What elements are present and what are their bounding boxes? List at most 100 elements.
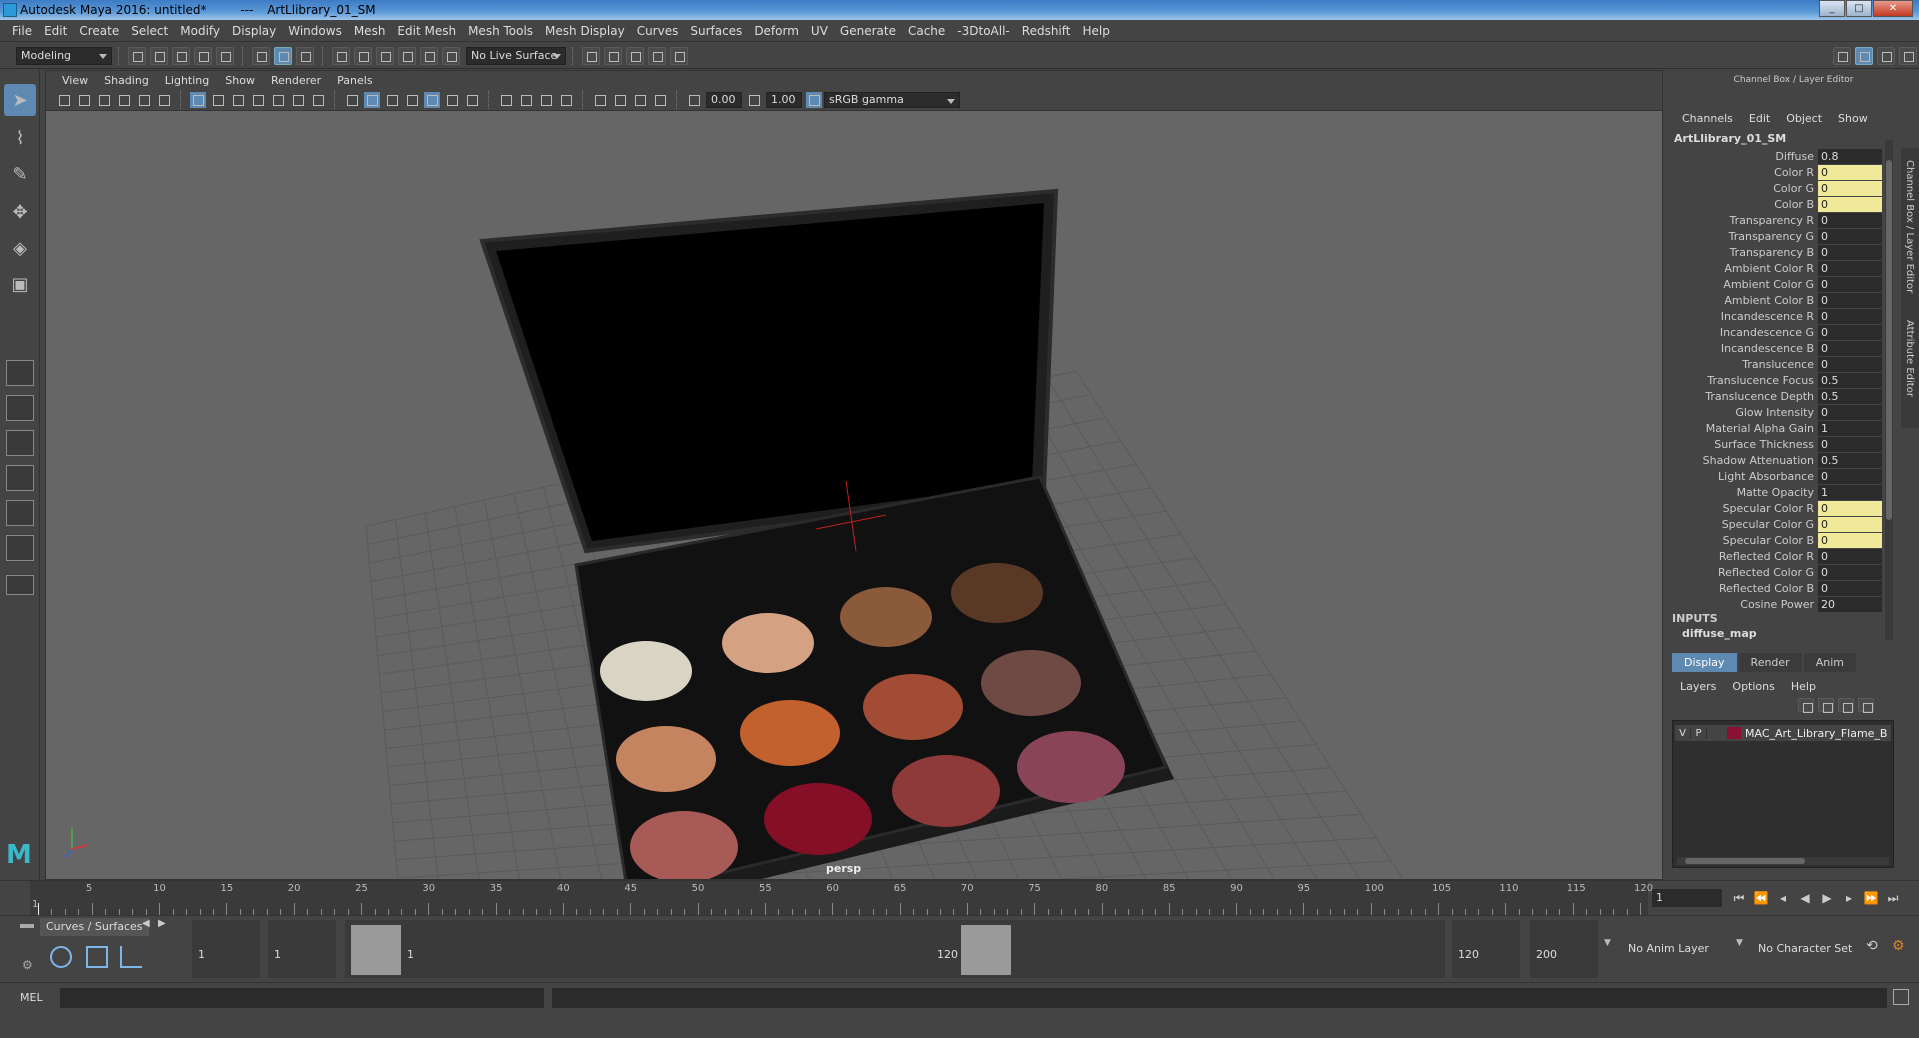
range-slider[interactable]: 1 120 xyxy=(345,920,1445,978)
channel-value[interactable]: 0 xyxy=(1818,564,1882,580)
anti-aliasing-icon[interactable] xyxy=(538,92,554,108)
vp-menu-panels[interactable]: Panels xyxy=(329,74,380,87)
channel-row[interactable]: Translucence Depth 0.5 xyxy=(1668,388,1883,404)
menu-edit-mesh[interactable]: Edit Mesh xyxy=(391,24,462,38)
cb-menu-show[interactable]: Show xyxy=(1830,112,1876,128)
mode-dropdown[interactable]: Modeling xyxy=(16,46,112,65)
channel-row[interactable]: Reflected Color G 0 xyxy=(1668,564,1883,580)
channel-row[interactable]: Translucence Focus 0.5 xyxy=(1668,372,1883,388)
safe-action-icon[interactable] xyxy=(290,92,306,108)
live-surface-field[interactable]: No Live Surface xyxy=(466,46,566,65)
play-backward-icon[interactable]: ◀ xyxy=(1794,889,1816,907)
channel-row[interactable]: Glow Intensity 0 xyxy=(1668,404,1883,420)
cb-menu-edit[interactable]: Edit xyxy=(1741,112,1778,128)
layer-row[interactable]: V P MAC_Art_Library_Flame_B xyxy=(1675,725,1891,741)
new-empty-layer-icon[interactable] xyxy=(1838,698,1854,713)
vp-menu-show[interactable]: Show xyxy=(217,74,263,87)
menu-deform[interactable]: Deform xyxy=(748,24,805,38)
current-frame-field[interactable]: 1 xyxy=(1652,889,1722,907)
menu-windows[interactable]: Windows xyxy=(282,24,348,38)
workspace-icon[interactable] xyxy=(1833,46,1851,65)
tab-render[interactable]: Render xyxy=(1738,653,1802,672)
four-view-layout-icon[interactable] xyxy=(6,395,34,421)
channel-value[interactable]: 1 xyxy=(1818,420,1882,436)
persp-outliner-layout-icon[interactable] xyxy=(6,430,34,456)
close-icon[interactable]: ✕ xyxy=(1873,0,1913,17)
channel-row[interactable]: Incandescence B 0 xyxy=(1668,340,1883,356)
xray-icon[interactable] xyxy=(612,92,628,108)
channel-value[interactable]: 0 xyxy=(1818,468,1882,484)
channel-row[interactable]: Translucence 0 xyxy=(1668,356,1883,372)
channel-row[interactable]: Transparency R 0 xyxy=(1668,212,1883,228)
anim-prefs-icon[interactable]: ⚙ xyxy=(1892,938,1905,954)
menu-select[interactable]: Select xyxy=(125,24,174,38)
select-tool-icon[interactable]: ➤ xyxy=(4,84,36,116)
layer-menu-options[interactable]: Options xyxy=(1724,680,1782,693)
script-language-label[interactable]: MEL xyxy=(20,991,43,1004)
menu-generate[interactable]: Generate xyxy=(834,24,902,38)
rotate-tool-icon[interactable]: ◈ xyxy=(4,232,36,264)
channel-value[interactable]: 20 xyxy=(1818,596,1882,612)
channel-value[interactable]: 0.8 xyxy=(1818,148,1882,164)
select-object-icon[interactable] xyxy=(274,46,292,65)
playback-end-field[interactable]: 120 xyxy=(1452,920,1520,978)
channel-value[interactable]: 0.5 xyxy=(1818,372,1882,388)
channel-value[interactable]: 0 xyxy=(1818,436,1882,452)
channel-row[interactable]: Ambient Color G 0 xyxy=(1668,276,1883,292)
range-end-handle[interactable] xyxy=(961,925,1011,975)
xray-joints-icon[interactable] xyxy=(632,92,648,108)
wireframe-on-shaded-icon[interactable] xyxy=(404,92,420,108)
menu-help[interactable]: Help xyxy=(1076,24,1115,38)
playback-start-field[interactable]: 1 xyxy=(268,920,336,978)
image-plane-icon[interactable] xyxy=(116,92,132,108)
cb-menu-channels[interactable]: Channels xyxy=(1674,112,1741,128)
menu-redshift[interactable]: Redshift xyxy=(1016,24,1077,38)
channel-value[interactable]: 0 xyxy=(1818,500,1882,516)
channel-value[interactable]: 0 xyxy=(1818,516,1882,532)
inputs-node[interactable]: diffuse_map xyxy=(1682,627,1757,640)
channel-row[interactable]: Color G 0 xyxy=(1668,180,1883,196)
channel-row[interactable]: Incandescence R 0 xyxy=(1668,308,1883,324)
tab-display[interactable]: Display xyxy=(1672,653,1737,672)
single-view-layout-icon[interactable] xyxy=(6,360,34,386)
scene-start-field[interactable]: 1 xyxy=(192,920,260,978)
xray-components-icon[interactable] xyxy=(652,92,668,108)
menu-file[interactable]: File xyxy=(6,24,38,38)
menu-mesh-tools[interactable]: Mesh Tools xyxy=(462,24,539,38)
wireframe-icon[interactable] xyxy=(344,92,360,108)
use-lights-icon[interactable] xyxy=(444,92,460,108)
maximize-icon[interactable]: □ xyxy=(1846,0,1872,17)
graph-layout-icon[interactable] xyxy=(6,465,34,491)
motion-blur-icon[interactable] xyxy=(518,92,534,108)
film-gate-icon[interactable] xyxy=(210,92,226,108)
channel-row[interactable]: Diffuse 0.8 xyxy=(1668,148,1883,164)
channel-value[interactable]: 0 xyxy=(1818,548,1882,564)
snap-point-icon[interactable] xyxy=(376,46,394,65)
layer-list-scrollbar[interactable] xyxy=(1677,857,1889,865)
anim-layer-field[interactable]: No Anim Layer xyxy=(1628,942,1709,955)
command-input[interactable] xyxy=(60,988,544,1008)
channel-row[interactable]: Specular Color B 0 xyxy=(1668,532,1883,548)
tool-settings-icon[interactable] xyxy=(1877,46,1895,65)
channel-value[interactable]: 0 xyxy=(1818,260,1882,276)
go-to-start-icon[interactable]: ⏮ xyxy=(1728,889,1750,907)
magnet-icon[interactable] xyxy=(442,46,460,65)
snap-curve-icon[interactable] xyxy=(354,46,372,65)
move-layer-down-icon[interactable] xyxy=(1818,698,1834,713)
redo-icon[interactable] xyxy=(216,46,234,65)
cb-menu-object[interactable]: Object xyxy=(1778,112,1830,128)
channel-box-toggle-icon[interactable] xyxy=(1855,46,1873,65)
step-forward-frame-icon[interactable]: ▸ xyxy=(1838,889,1860,907)
hypershade-layout-icon[interactable] xyxy=(6,535,34,561)
curve-shelf-icon[interactable] xyxy=(120,946,142,968)
render-settings-icon[interactable] xyxy=(648,46,666,65)
textured-icon[interactable] xyxy=(424,91,440,108)
menu-uv[interactable]: UV xyxy=(805,24,834,38)
char-set-dropdown-icon[interactable]: ▼ xyxy=(1736,938,1743,948)
channel-value[interactable]: 0 xyxy=(1818,580,1882,596)
vp-menu-lighting[interactable]: Lighting xyxy=(157,74,217,87)
channel-value[interactable]: 0 xyxy=(1818,324,1882,340)
exposure-icon[interactable] xyxy=(686,92,702,108)
channel-value[interactable]: 0 xyxy=(1818,340,1882,356)
shelf-gear-icon[interactable]: ⚙ xyxy=(22,958,33,972)
